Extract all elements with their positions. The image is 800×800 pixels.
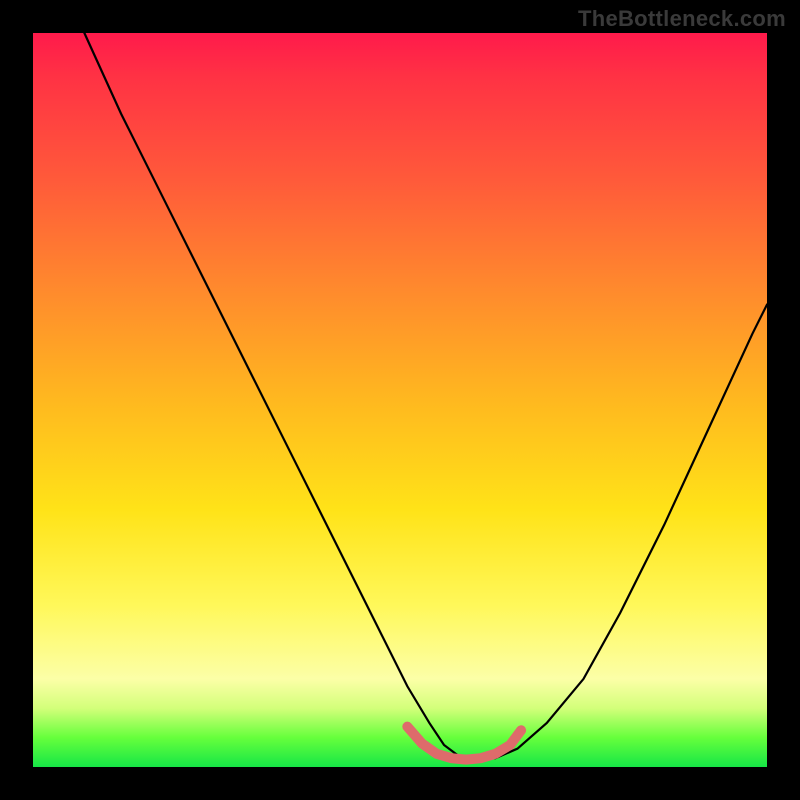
plot-area (33, 33, 767, 767)
watermark-text: TheBottleneck.com (578, 6, 786, 32)
chart-stage: TheBottleneck.com (0, 0, 800, 800)
curve-layer (33, 33, 767, 767)
bottleneck-curve (84, 33, 767, 760)
